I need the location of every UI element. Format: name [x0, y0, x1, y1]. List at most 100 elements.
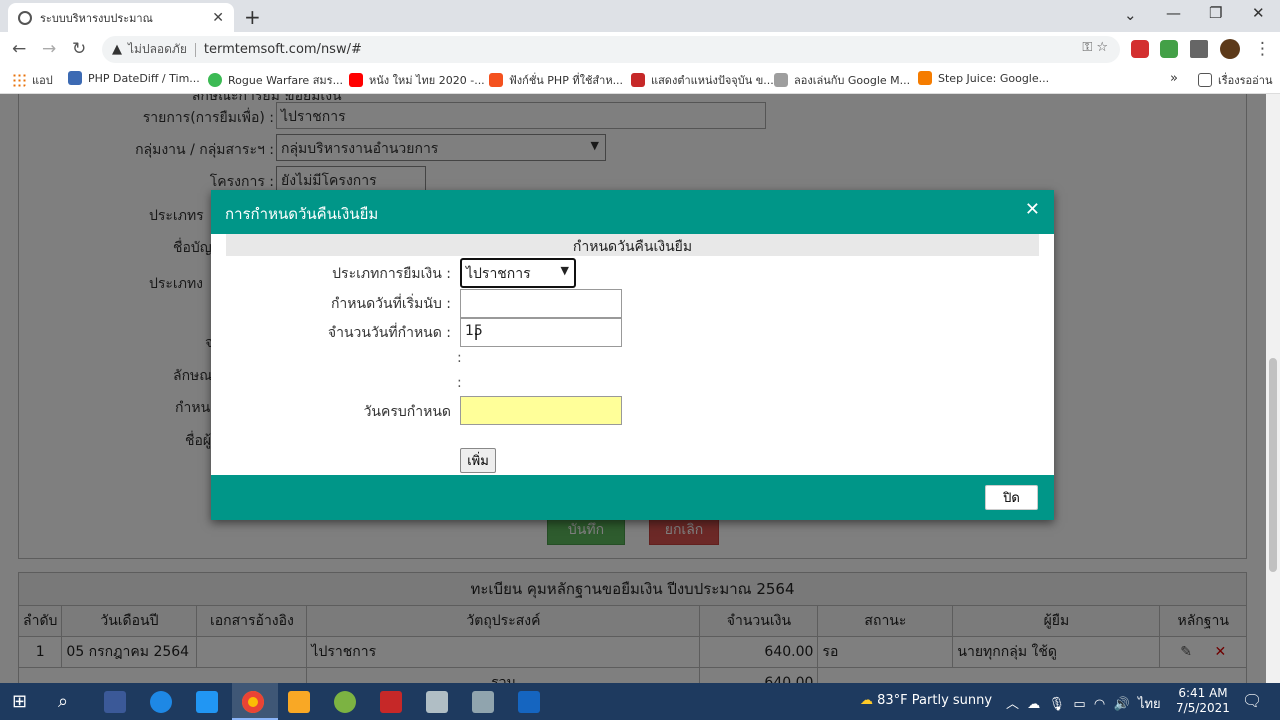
app-icon[interactable] — [334, 691, 356, 713]
bookmark-item[interactable]: แสดงตำแหน่งปัจจุบัน ข... — [631, 71, 774, 89]
mic-icon[interactable]: 🎙 — [1049, 697, 1066, 712]
star-icon[interactable]: ⚿ ☆ — [1082, 40, 1108, 55]
days-input[interactable]: 15 — [460, 318, 622, 347]
forward-icon[interactable]: → — [42, 39, 56, 59]
avatar[interactable] — [1220, 39, 1240, 59]
page-scrollbar[interactable] — [1266, 94, 1280, 683]
chevron-up-icon[interactable]: ︿ — [1006, 697, 1019, 712]
edge-icon[interactable] — [150, 691, 172, 713]
bookmark-label: PHP DateDiff / Tim... — [88, 71, 200, 85]
app-icon[interactable] — [426, 691, 448, 713]
bookmark-item[interactable]: Step Juice: Google... — [918, 71, 1049, 85]
reading-list[interactable]: เรื่องรออ่าน — [1198, 71, 1272, 89]
reload-icon[interactable]: ↻ — [72, 39, 86, 59]
bookmark-label: แอป — [32, 74, 53, 87]
start-date-label: กำหนดวันที่เริ่มนับ : — [330, 296, 451, 312]
scrollbar-thumb[interactable] — [1269, 358, 1277, 572]
minimize-icon[interactable]: — — [1166, 4, 1181, 22]
app-icon[interactable] — [472, 691, 494, 713]
browser-tab[interactable]: ระบบบริหารงบประมาณ ✕ — [8, 3, 234, 32]
store-icon[interactable] — [104, 691, 126, 713]
windows-start-icon[interactable]: ⊞ — [12, 691, 34, 713]
weather-widget[interactable]: ☁ 83°F Partly sunny — [860, 693, 992, 708]
tab-search-icon[interactable]: ⌄ — [1124, 6, 1137, 24]
close-tab-icon[interactable]: ✕ — [212, 10, 224, 26]
reading-list-icon — [1198, 73, 1212, 87]
maximize-icon[interactable]: ❐ — [1209, 4, 1222, 22]
bookmark-item[interactable]: ลองเล่นกับ Google M... — [774, 71, 910, 89]
bookmarks-bar: แอป PHP DateDiff / Tim... Rogue Warfare … — [0, 66, 1280, 94]
loan-type-value: ไปราชการ — [466, 266, 531, 282]
mail-icon[interactable] — [196, 691, 218, 713]
window-close-icon[interactable]: ✕ — [1252, 4, 1265, 22]
bookmark-item[interactable]: Rogue Warfare สมร... — [208, 71, 343, 89]
weather-text: 83°F Partly sunny — [877, 693, 993, 708]
start-date-input[interactable] — [460, 289, 622, 318]
browser-tab-bar: ระบบบริหารงบประมาณ ✕ + ⌄ — ❐ ✕ — [0, 0, 1280, 32]
volume-icon[interactable]: 🔊 — [1114, 697, 1130, 712]
modal-title: การกำหนดวันคืนเงินยืม — [225, 205, 379, 223]
divider — [194, 42, 196, 57]
bookmark-label: แสดงตำแหน่งปัจจุบัน ข... — [651, 74, 774, 87]
file-explorer-icon[interactable] — [288, 691, 310, 713]
filezilla-icon[interactable] — [380, 691, 402, 713]
bookmark-apps[interactable]: แอป — [12, 71, 53, 89]
browser-toolbar: ← → ↻ ▲ ไม่ปลอดภัย termtemsoft.com/nsw/#… — [0, 32, 1280, 66]
wifi-icon[interactable]: ◠ — [1094, 697, 1105, 712]
url-text[interactable]: termtemsoft.com/nsw/# — [204, 42, 362, 57]
notification-icon[interactable]: 🗨 — [1242, 691, 1264, 713]
bookmark-label: Step Juice: Google... — [938, 71, 1050, 85]
add-button[interactable]: เพิ่ม — [460, 448, 496, 473]
due-date-modal: การกำหนดวันคืนเงินยืม ✕ กำหนดวันคืนเงินย… — [211, 190, 1054, 520]
days-label: จำนวนวันที่กำหนด : — [327, 325, 451, 341]
puzzle-icon[interactable] — [1190, 40, 1208, 58]
chrome-icon[interactable] — [242, 691, 264, 713]
clock[interactable]: 6:41 AM 7/5/2021 — [1168, 686, 1238, 716]
globe-icon — [18, 10, 32, 25]
cloud-icon[interactable]: ☁ — [1027, 697, 1040, 712]
menu-icon[interactable]: ⋮ — [1254, 39, 1271, 59]
text-cursor-icon: I — [474, 328, 479, 344]
blogger-icon — [918, 71, 932, 85]
section-heading: กำหนดวันคืนเงินยืม — [226, 234, 1039, 256]
youtube-icon — [349, 73, 363, 87]
pdf-extension-icon[interactable] — [1131, 40, 1149, 58]
loan-type-select[interactable]: ไปราชการ ▼ — [460, 258, 576, 288]
colon-label: : — [457, 375, 462, 391]
bookmark-favicon-icon — [68, 71, 82, 85]
chevron-down-icon: ▼ — [560, 264, 569, 277]
windows-taskbar: ⊞ ⌕ ☁ 83°F Partly sunny ︿ ☁ 🎙 ▭ ◠ 🔊 ไทย … — [0, 683, 1280, 720]
close-button[interactable]: ปิด — [985, 485, 1038, 510]
insecure-label[interactable]: ไม่ปลอดภัย — [128, 40, 187, 59]
bookmark-item[interactable]: หนัง ใหม่ ไทย 2020 -... — [349, 71, 485, 89]
tab-title: ระบบบริหารงบประมาณ — [40, 11, 153, 25]
address-bar[interactable]: ▲ ไม่ปลอดภัย termtemsoft.com/nsw/# ⚿ ☆ — [102, 36, 1120, 63]
clock-date: 7/5/2021 — [1176, 701, 1230, 715]
bookmark-item[interactable]: PHP DateDiff / Tim... — [68, 71, 200, 85]
system-tray[interactable]: ︿ ☁ 🎙 ▭ ◠ 🔊 ไทย — [1006, 693, 1161, 714]
new-tab-icon[interactable]: + — [244, 5, 261, 29]
modal-header: การกำหนดวันคืนเงินยืม ✕ — [211, 190, 1054, 234]
bookmark-favicon-icon — [631, 73, 645, 87]
apps-grid-icon — [12, 73, 26, 87]
bookmark-favicon-icon — [774, 73, 788, 87]
search-icon[interactable]: ⌕ — [58, 691, 80, 713]
modal-footer: ปิด — [211, 475, 1054, 520]
warning-icon[interactable]: ▲ — [112, 42, 122, 57]
language-indicator[interactable]: ไทย — [1138, 697, 1161, 712]
battery-icon[interactable]: ▭ — [1073, 697, 1085, 712]
sun-cloud-icon: ☁ — [860, 693, 873, 708]
loan-type-label: ประเภทการยืมเงิน : — [332, 266, 451, 282]
colon-label: : — [457, 350, 462, 366]
clock-time: 6:41 AM — [1178, 686, 1228, 700]
bookmark-item[interactable]: ฟังก์ชั่น PHP ที่ใช้สำห... — [489, 71, 623, 89]
close-icon[interactable]: ✕ — [1025, 199, 1040, 220]
more-bookmarks-icon[interactable]: » — [1170, 71, 1178, 86]
reading-list-label: เรื่องรออ่าน — [1218, 74, 1273, 87]
extension-icon[interactable] — [1160, 40, 1178, 58]
blogger-icon — [489, 73, 503, 87]
back-icon[interactable]: ← — [12, 39, 26, 59]
bookmark-label: Rogue Warfare สมร... — [228, 74, 344, 87]
word-icon[interactable] — [518, 691, 540, 713]
due-date-input[interactable] — [460, 396, 622, 425]
